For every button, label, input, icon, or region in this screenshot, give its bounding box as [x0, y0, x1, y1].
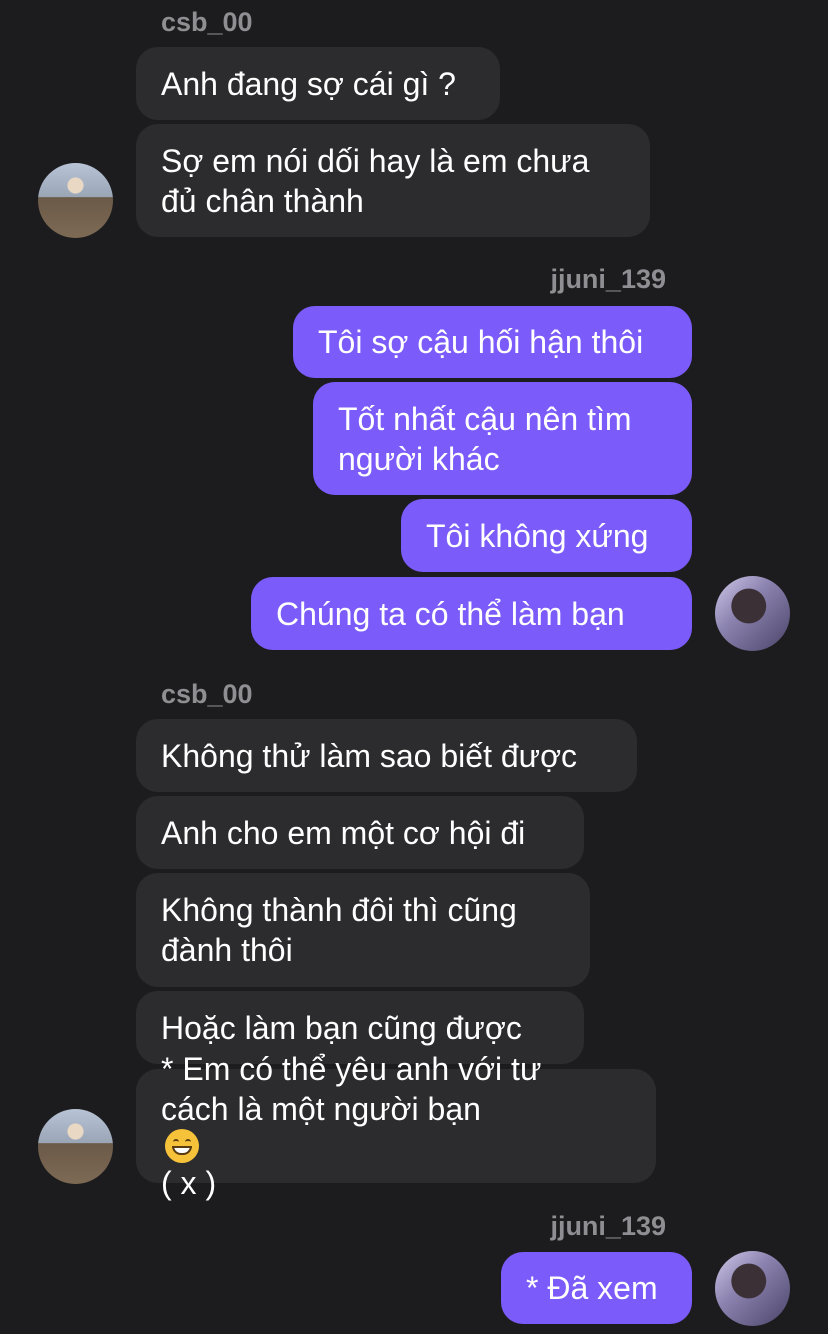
message-text-line: Tốt nhất cậu nên tìm	[338, 400, 632, 437]
message-bubble[interactable]: Anh đang sợ cái gì ?	[136, 47, 500, 120]
message-bubble[interactable]: Không thành đôi thì cũng đành thôi	[136, 873, 590, 987]
message-bubble[interactable]: Anh cho em một cơ hội đi	[136, 796, 584, 869]
sender-name: csb_00	[161, 679, 253, 709]
message-text: Anh cho em một cơ hội đi	[161, 814, 526, 851]
message-text: Hoặc làm bạn cũng được	[161, 1009, 522, 1046]
avatar[interactable]	[715, 1251, 790, 1326]
message-bubble[interactable]: Không thử làm sao biết được	[136, 719, 637, 792]
message-text: Anh đang sợ cái gì ?	[161, 65, 456, 102]
message-bubble[interactable]: Sợ em nói dối hay là em chưa đủ chân thà…	[136, 124, 650, 237]
message-text-line: Không thành đôi thì cũng	[161, 892, 517, 928]
message-text-line: Sợ em nói dối hay là em chưa	[161, 142, 590, 179]
message-bubble[interactable]: * Đã xem	[501, 1252, 692, 1324]
sender-name: jjuni_139	[550, 1211, 666, 1241]
avatar[interactable]	[38, 163, 113, 238]
message-bubble[interactable]: Tôi không xứng	[401, 499, 692, 572]
message-text-fragment: ( x )	[161, 1165, 217, 1201]
message-text: Tôi sợ cậu hối hận thôi	[318, 324, 644, 360]
message-text: Chúng ta có thể làm bạn	[276, 595, 625, 632]
message-bubble[interactable]: Chúng ta có thể làm bạn	[251, 577, 692, 650]
message-text-line: đủ chân thành	[161, 182, 364, 219]
grinning-face-emoji-icon	[165, 1129, 199, 1163]
avatar[interactable]	[715, 576, 790, 651]
avatar[interactable]	[38, 1109, 113, 1184]
message-text-line: đành thôi	[161, 932, 293, 968]
sender-name: jjuni_139	[550, 264, 666, 294]
message-text: * Đã xem	[526, 1270, 658, 1306]
message-text: Không thử làm sao biết được	[161, 737, 578, 774]
message-text-line: * Em có thể yêu anh với tư	[161, 1051, 542, 1087]
message-text: Tôi không xứng	[426, 517, 649, 554]
message-text-line: cách là một người bạn ( x )	[161, 1089, 541, 1203]
message-text-fragment: cách là một người bạn	[161, 1091, 481, 1127]
message-bubble[interactable]: Tôi sợ cậu hối hận thôi	[293, 306, 692, 378]
message-text-line: người khác	[338, 440, 500, 477]
message-bubble[interactable]: * Em có thể yêu anh với tư cách là một n…	[136, 1051, 656, 1201]
sender-name: csb_00	[161, 7, 253, 37]
message-bubble[interactable]: Tốt nhất cậu nên tìm người khác	[313, 382, 692, 495]
